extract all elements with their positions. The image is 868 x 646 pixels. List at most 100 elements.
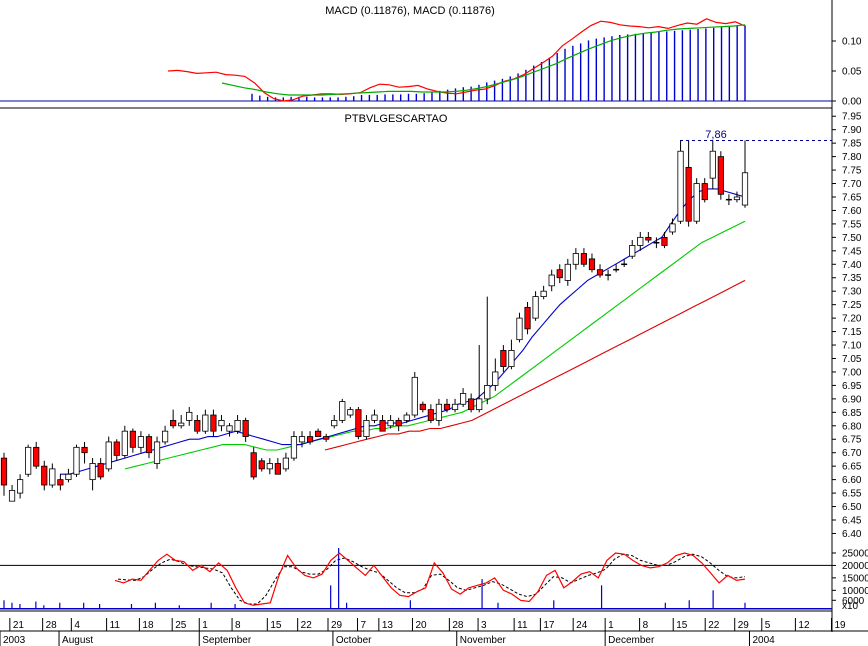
date-tick-label: 24	[576, 620, 588, 631]
price-y-tick-label: 7.25	[842, 300, 862, 311]
date-tick-label: 3	[481, 620, 487, 631]
candle-body	[339, 401, 346, 421]
price-y-tick-label: 7.80	[842, 152, 862, 163]
date-tick-label: 18	[142, 620, 154, 631]
candle-body	[500, 350, 507, 367]
candle-body	[540, 290, 547, 297]
candle-body	[129, 430, 136, 448]
date-tick-label: 8	[235, 620, 241, 631]
candle-body	[556, 269, 563, 279]
candle-body	[395, 420, 402, 427]
candle-body	[73, 446, 80, 475]
price-y-tick-label: 6.75	[842, 435, 862, 446]
price-y-tick-label: 7.35	[842, 273, 862, 284]
price-y-tick-label: 7.60	[842, 206, 862, 217]
macd-title: MACD (0.11876), MACD (0.11876)	[325, 5, 495, 17]
price-y-tick-label: 6.90	[842, 394, 862, 405]
price-y-tick-label: 7.70	[842, 179, 862, 190]
price-y-tick-label: 6.40	[842, 529, 862, 540]
candle-body	[17, 479, 24, 494]
month-label: December	[608, 635, 655, 646]
candle-body	[717, 156, 724, 195]
candle-body	[323, 436, 330, 440]
candle-body	[57, 479, 64, 486]
candle-body	[484, 385, 491, 400]
candle-body	[97, 463, 104, 478]
candle-body	[677, 150, 684, 222]
month-label: September	[202, 635, 252, 646]
candle-body	[596, 269, 604, 276]
candle-body	[661, 236, 668, 246]
candle-body	[427, 409, 434, 421]
oscillator-y-tick-label: 10000	[842, 586, 868, 597]
candle-body	[105, 441, 112, 470]
candle-body	[468, 398, 475, 411]
month-label: 2004	[752, 635, 775, 646]
price-y-tick-label: 6.65	[842, 462, 862, 473]
candle-body	[419, 403, 426, 411]
candle-body	[629, 245, 636, 257]
price-y-tick-label: 7.45	[842, 246, 862, 257]
date-tick-label: 15	[676, 620, 688, 631]
candle-body	[347, 409, 354, 416]
date-tick-label: 22	[708, 620, 720, 631]
date-tick-label: 1	[608, 620, 614, 631]
candle-body	[242, 420, 249, 437]
candle-body	[178, 422, 185, 427]
price-y-tick-label: 7.55	[842, 219, 862, 230]
candle-body	[41, 465, 48, 486]
candle-body	[161, 430, 169, 443]
month-label: November	[460, 635, 507, 646]
candle-body	[637, 236, 644, 246]
candle-body	[459, 393, 467, 405]
price-y-tick-label: 6.95	[842, 381, 862, 392]
candle-body	[403, 414, 410, 421]
candle-body	[443, 403, 451, 411]
candle-body	[524, 306, 531, 330]
date-tick-label: 12	[798, 620, 810, 631]
candle-body	[741, 172, 749, 206]
price-y-tick-label: 7.75	[842, 166, 862, 177]
candle-body	[258, 460, 265, 470]
date-tick-label: 5	[765, 620, 771, 631]
macd-y-tick-label: 0.00	[842, 97, 862, 108]
candle-body	[153, 441, 161, 464]
date-tick-label: 25	[175, 620, 187, 631]
candle-body	[669, 223, 676, 233]
candle-body	[8, 489, 16, 502]
date-tick-label: 13	[382, 620, 394, 631]
date-tick-label: 20	[415, 620, 427, 631]
candle-body	[266, 463, 273, 470]
candle-body	[89, 463, 96, 481]
price-y-tick-label: 7.15	[842, 327, 862, 338]
date-tick-label: 28	[46, 620, 58, 631]
price-y-tick-label: 7.50	[842, 233, 862, 244]
price-y-tick-label: 7.40	[842, 260, 862, 271]
price-y-tick-label: 7.10	[842, 341, 862, 352]
candle-body	[492, 371, 499, 386]
candle-body	[298, 436, 306, 443]
date-tick-label: 1	[202, 620, 208, 631]
price-y-tick-label: 7.00	[842, 367, 862, 378]
price-y-tick-label: 7.20	[842, 314, 862, 325]
candle-body	[709, 150, 716, 179]
candle-body	[508, 350, 515, 367]
price-y-tick-label: 7.95	[842, 112, 862, 123]
candle-body	[435, 403, 443, 421]
candle-body	[645, 236, 652, 241]
month-label: August	[62, 635, 93, 646]
candle-body	[0, 457, 8, 486]
date-tick-label: 11	[110, 620, 121, 631]
candle-body	[588, 258, 596, 271]
candle-body	[516, 317, 523, 341]
candle-body	[121, 430, 128, 456]
date-tick-label: 28	[452, 620, 464, 631]
price-y-tick-label: 6.45	[842, 516, 862, 527]
candle-body	[170, 420, 177, 427]
month-label: October	[336, 635, 372, 646]
date-tick-label: 29	[331, 620, 343, 631]
candle-body	[113, 441, 120, 456]
candle-body	[548, 274, 555, 287]
stock-chart: MACD (0.11876), MACD (0.11876) PTBVLGESC…	[0, 0, 868, 646]
candle-body	[331, 420, 338, 427]
